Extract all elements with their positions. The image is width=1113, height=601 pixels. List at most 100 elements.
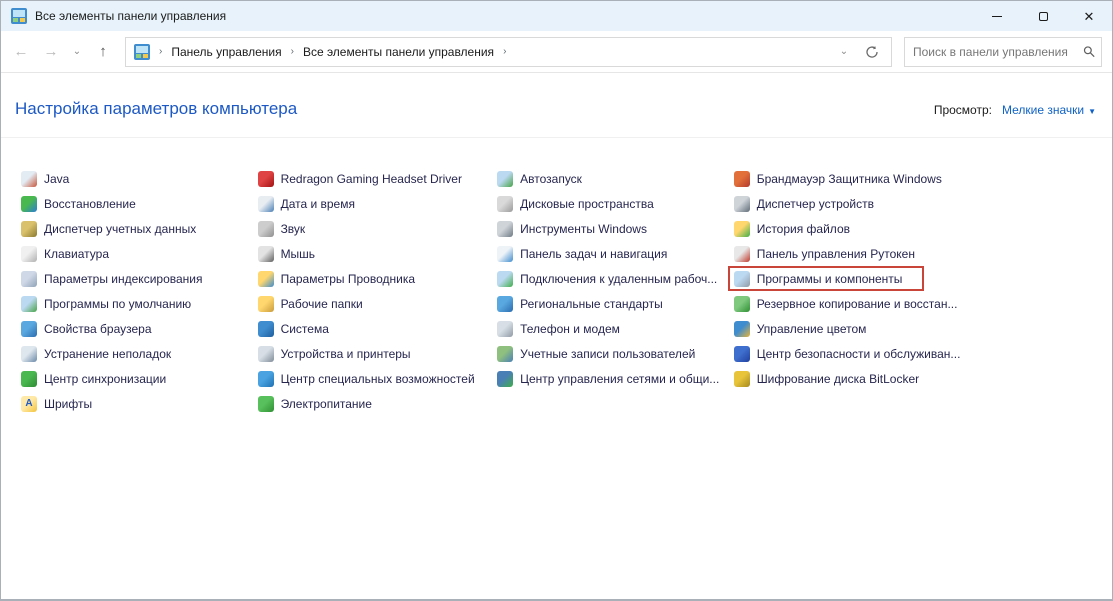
view-label: Просмотр:	[934, 103, 992, 117]
control-panel-item-label: Параметры Проводника	[281, 272, 415, 286]
control-panel-item-row: Мышь	[254, 241, 320, 266]
control-panel-item-row: Автозапуск	[493, 166, 586, 191]
control-panel-item[interactable]: AШрифты	[17, 393, 96, 414]
breadcrumb-separator-icon: ›	[498, 46, 511, 57]
control-panel-item[interactable]: Клавиатура	[17, 243, 113, 264]
control-panel-item[interactable]: Автозапуск	[493, 168, 586, 189]
control-panel-item-row: Система	[254, 316, 333, 341]
internet-options-icon	[21, 321, 37, 337]
windows-tools-icon	[497, 221, 513, 237]
control-panel-item[interactable]: Устранение неполадок	[17, 343, 175, 364]
control-panel-item-label: Панель задач и навигация	[520, 247, 667, 261]
control-panel-item[interactable]: Свойства браузера	[17, 318, 156, 339]
search-input[interactable]	[913, 45, 1083, 59]
control-panel-item[interactable]: Дата и время	[254, 193, 359, 214]
control-panel-item[interactable]: Подключения к удаленным рабоч...	[493, 268, 721, 289]
view-dropdown[interactable]: Мелкие значки▼	[1002, 103, 1096, 117]
control-panel-item-row: Программы и компоненты	[730, 266, 923, 291]
refresh-button[interactable]	[857, 38, 887, 66]
control-panel-item-row: Параметры индексирования	[17, 266, 206, 291]
sound-icon	[258, 221, 274, 237]
control-panel-item[interactable]: Центр синхронизации	[17, 368, 170, 389]
minimize-button[interactable]	[974, 1, 1020, 31]
breadcrumb-separator-icon: ›	[286, 46, 299, 57]
control-panel-item-label: Диспетчер устройств	[757, 197, 874, 211]
control-panel-item[interactable]: Параметры индексирования	[17, 268, 206, 289]
control-panel-item-label: Телефон и модем	[520, 322, 620, 336]
control-panel-item[interactable]: Учетные записи пользователей	[493, 343, 699, 364]
control-panel-item-label: Брандмауэр Защитника Windows	[757, 172, 942, 186]
control-panel-item-row: Панель задач и навигация	[493, 241, 671, 266]
control-panel-item[interactable]: Программы по умолчанию	[17, 293, 195, 314]
control-panel-item-label: Автозапуск	[520, 172, 582, 186]
control-panel-item-label: Шифрование диска BitLocker	[757, 372, 919, 386]
control-panel-item[interactable]: Устройства и принтеры	[254, 343, 415, 364]
breadcrumb-segment[interactable]: Панель управления	[167, 41, 285, 63]
maximize-icon	[1039, 12, 1048, 21]
control-panel-item[interactable]: Восстановление	[17, 193, 140, 214]
control-panel-item-row: Дисковые пространства	[493, 191, 658, 216]
navigation-toolbar: ← → ⌄ ↑ ›Панель управления›Все элементы …	[1, 31, 1112, 73]
control-panel-item[interactable]: Управление цветом	[730, 318, 871, 339]
control-panel-item[interactable]: Дисковые пространства	[493, 193, 658, 214]
control-panel-item-row: Учетные записи пользователей	[493, 341, 699, 366]
user-accounts-icon	[497, 346, 513, 362]
control-panel-item[interactable]: Резервное копирование и восстан...	[730, 293, 962, 314]
forward-button[interactable]: →	[37, 38, 65, 66]
up-button[interactable]: ↑	[89, 38, 117, 66]
control-panel-item[interactable]: Электропитание	[254, 393, 376, 414]
control-panel-item[interactable]: Брандмауэр Защитника Windows	[730, 168, 946, 189]
control-panel-item[interactable]: Диспетчер устройств	[730, 193, 878, 214]
control-panel-item[interactable]: Шифрование диска BitLocker	[730, 368, 923, 389]
control-panel-item[interactable]: Панель управления Рутокен	[730, 243, 919, 264]
control-panel-item-row: Центр специальных возможностей	[254, 366, 479, 391]
control-panel-item[interactable]: Redragon Gaming Headset Driver	[254, 168, 466, 189]
bitlocker-drive-encryption-icon	[734, 371, 750, 387]
control-panel-item[interactable]: Рабочие папки	[254, 293, 367, 314]
control-panel-item-label: Java	[44, 172, 69, 186]
control-panel-item[interactable]: Центр управления сетями и общи...	[493, 368, 723, 389]
control-panel-window: Все элементы панели управления ✕ ← → ⌄ ↑…	[0, 0, 1113, 601]
control-panel-item[interactable]: Телефон и модем	[493, 318, 624, 339]
back-button[interactable]: ←	[7, 38, 35, 66]
taskbar-and-navigation-icon	[497, 246, 513, 262]
control-panel-item[interactable]: История файлов	[730, 218, 854, 239]
breadcrumb-separator-icon: ›	[154, 46, 167, 57]
java-icon	[21, 171, 37, 187]
breadcrumb-segment[interactable]: Все элементы панели управления	[299, 41, 498, 63]
address-bar[interactable]: ›Панель управления›Все элементы панели у…	[125, 37, 892, 67]
address-dropdown-icon[interactable]: ⌄	[831, 46, 857, 57]
control-panel-item-row: Управление цветом	[730, 316, 871, 341]
fonts-icon: A	[21, 396, 37, 412]
control-panel-item[interactable]: Программы и компоненты	[730, 268, 923, 289]
close-button[interactable]: ✕	[1066, 1, 1112, 31]
control-panel-item[interactable]: Центр безопасности и обслуживан...	[730, 343, 965, 364]
control-panel-item-label: Программы и компоненты	[757, 272, 903, 286]
control-panel-item-label: Дисковые пространства	[520, 197, 654, 211]
control-panel-item[interactable]: Параметры Проводника	[254, 268, 419, 289]
work-folders-icon	[258, 296, 274, 312]
control-panel-item-row: Региональные стандарты	[493, 291, 667, 316]
control-panel-item-label: Свойства браузера	[44, 322, 152, 336]
control-panel-item-label: Панель управления Рутокен	[757, 247, 915, 261]
control-panel-item[interactable]: Инструменты Windows	[493, 218, 651, 239]
control-panel-item-row: Java	[17, 166, 73, 191]
maximize-button[interactable]	[1020, 1, 1066, 31]
control-panel-item[interactable]: Центр специальных возможностей	[254, 368, 479, 389]
control-panel-item[interactable]: Панель задач и навигация	[493, 243, 671, 264]
keyboard-icon	[21, 246, 37, 262]
control-panel-item[interactable]: Система	[254, 318, 333, 339]
control-panel-item-label: Электропитание	[281, 397, 372, 411]
control-panel-item[interactable]: Java	[17, 168, 73, 189]
control-panel-item-label: Подключения к удаленным рабоч...	[520, 272, 717, 286]
control-panel-item-label: Центр специальных возможностей	[281, 372, 475, 386]
control-panel-item-row: Восстановление	[17, 191, 140, 216]
control-panel-item-row: Резервное копирование и восстан...	[730, 291, 962, 316]
control-panel-item[interactable]: Звук	[254, 218, 310, 239]
control-panel-item[interactable]: Региональные стандарты	[493, 293, 667, 314]
control-panel-item[interactable]: Мышь	[254, 243, 320, 264]
control-panel-item[interactable]: Диспетчер учетных данных	[17, 218, 200, 239]
history-dropdown-button[interactable]: ⌄	[67, 38, 87, 66]
control-panel-item-row: Центр безопасности и обслуживан...	[730, 341, 965, 366]
content-area: Настройка параметров компьютера Просмотр…	[1, 73, 1112, 416]
